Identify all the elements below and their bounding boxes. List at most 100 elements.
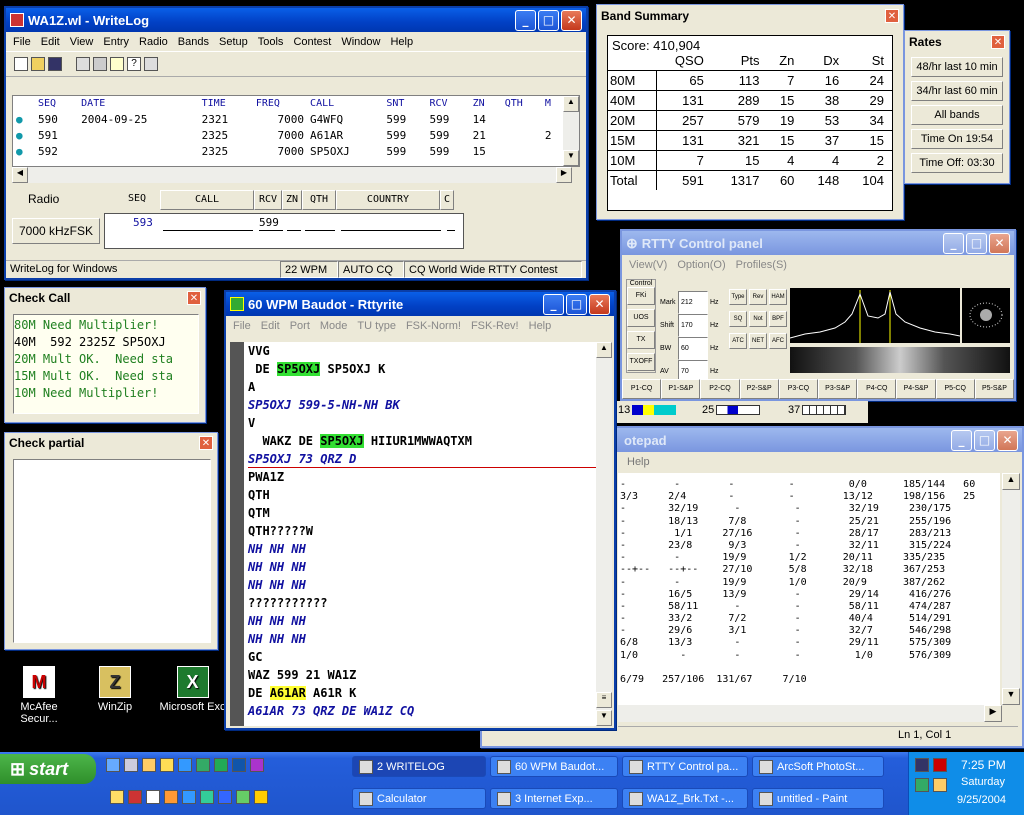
table-row[interactable]: ● 590 2004-09-25 2321 7000 G4WFQ 599 599 14: [13, 112, 563, 128]
menu-item[interactable]: Mode: [315, 320, 353, 332]
desktop-icon-excel[interactable]: X Microsoft Exc: [155, 666, 230, 713]
close-button[interactable]: ✕: [199, 436, 213, 450]
menu-option[interactable]: Option(O): [672, 259, 730, 271]
writelog-icon[interactable]: [128, 790, 142, 804]
doc-icon[interactable]: [124, 758, 138, 772]
taskbar-button[interactable]: 60 WPM Baudot...: [490, 756, 618, 777]
rates-titlebar[interactable]: Rates ✕: [905, 31, 1009, 53]
rtty-tab[interactable]: P2-CQ: [700, 379, 740, 399]
fki-button[interactable]: FKi: [627, 287, 655, 305]
column-header[interactable]: M: [542, 96, 563, 112]
taskbar-button[interactable]: 3 Internet Exp...: [490, 788, 618, 809]
ie-icon[interactable]: [106, 758, 120, 772]
app-icon[interactable]: [110, 790, 124, 804]
scroll-down-icon[interactable]: ▼: [1002, 688, 1020, 705]
menu-tools[interactable]: Tools: [253, 36, 289, 48]
menu-item[interactable]: File: [228, 320, 256, 332]
app-icon[interactable]: [254, 790, 268, 804]
log-vscrollbar[interactable]: ▲ ▼: [563, 96, 579, 166]
rtty-tab[interactable]: P3-S&P: [818, 379, 858, 399]
zn-input[interactable]: [287, 230, 301, 231]
desktop-icon-winzip[interactable]: Z WinZip: [80, 666, 150, 713]
menu-window[interactable]: Window: [336, 36, 385, 48]
close-button[interactable]: ✕: [997, 429, 1018, 451]
app-icon[interactable]: [218, 790, 232, 804]
rate-button[interactable]: 34/hr last 60 min: [911, 81, 1003, 101]
menu-bands[interactable]: Bands: [173, 36, 214, 48]
mcafee-tray-icon[interactable]: [933, 758, 947, 772]
scroll-right-icon[interactable]: ▶: [984, 705, 1002, 722]
notepad-hscrollbar[interactable]: ▶: [618, 705, 1002, 722]
taskbar-button[interactable]: ArcSoft PhotoSt...: [752, 756, 884, 777]
close-button[interactable]: ✕: [561, 9, 582, 31]
app-icon[interactable]: [164, 790, 178, 804]
rtty-bpf-button[interactable]: BPF: [769, 311, 787, 327]
maximize-button[interactable]: □: [566, 293, 587, 315]
scroll-down-icon[interactable]: ▼: [596, 710, 612, 726]
callsign-highlight[interactable]: SP5OXJ: [320, 434, 364, 448]
callsign-highlight[interactable]: A61AR: [269, 686, 306, 700]
clock-time[interactable]: 7:25 PM: [961, 758, 1006, 772]
rate-button[interactable]: 48/hr last 10 min: [911, 57, 1003, 77]
rtty-tab[interactable]: P2-S&P: [739, 379, 779, 399]
notepad-text-area[interactable]: - - - - 0/0 185/144 60 3/3 2/4 - - 13/12 …: [618, 473, 1000, 705]
entry-fields[interactable]: 593 599: [104, 213, 464, 249]
rtty-sq-button[interactable]: SQ: [729, 311, 747, 327]
rtty-tab[interactable]: P4-S&P: [896, 379, 936, 399]
open-folder-icon[interactable]: [31, 57, 45, 71]
minimize-button[interactable]: _: [515, 9, 536, 31]
taskbar-button[interactable]: WA1Z_Brk.Txt -...: [622, 788, 748, 809]
menu-view[interactable]: View(V): [624, 259, 672, 271]
rtty-type-button[interactable]: Type: [729, 289, 747, 305]
notepad-vscrollbar[interactable]: ▲ ▼: [1002, 473, 1020, 705]
rtty-ham-button[interactable]: HAM: [769, 289, 787, 305]
rtty-tab[interactable]: P5-CQ: [935, 379, 975, 399]
new-file-icon[interactable]: [14, 57, 28, 71]
rate-button[interactable]: All bands: [911, 105, 1003, 125]
app-icon[interactable]: [236, 790, 250, 804]
log-hscrollbar[interactable]: ◀ ▶: [12, 167, 572, 183]
column-header[interactable]: TIME: [199, 96, 253, 112]
close-button[interactable]: ✕: [991, 35, 1005, 49]
scroll-up-icon[interactable]: ▲: [1002, 473, 1020, 490]
close-button[interactable]: ✕: [885, 9, 899, 23]
column-header[interactable]: SEQ: [35, 96, 78, 112]
save-icon[interactable]: [48, 57, 62, 71]
radio-frequency-button[interactable]: 7000 kHzFSK: [12, 218, 100, 244]
pencil-icon[interactable]: [110, 57, 124, 71]
rtty-tab[interactable]: P1-CQ: [622, 379, 662, 399]
app-tray-icon[interactable]: [915, 778, 929, 792]
monitor-icon[interactable]: [915, 758, 929, 772]
app-icon[interactable]: [250, 758, 264, 772]
menu-radio[interactable]: Radio: [134, 36, 173, 48]
taskbar-button[interactable]: RTTY Control pa...: [622, 756, 748, 777]
rtty-afc-button[interactable]: AFC: [769, 333, 787, 349]
uos-button[interactable]: UOS: [627, 309, 655, 327]
rtty-tab[interactable]: P1-S&P: [661, 379, 701, 399]
rtty-tab[interactable]: P5-S&P: [974, 379, 1015, 399]
column-header[interactable]: FREQ: [253, 96, 307, 112]
log-grid[interactable]: SEQ DATE TIME FREQ CALL SNT RCV ZN QTH M ● 590 2004-…: [12, 95, 580, 167]
maximize-button[interactable]: □: [974, 429, 995, 451]
scroll-up-icon[interactable]: ▲: [563, 96, 579, 112]
menu-item[interactable]: Edit: [256, 320, 285, 332]
bw-select[interactable]: 60: [678, 337, 708, 360]
receive-text-pane[interactable]: VVG DE SP5OXJ SP5OXJ K A SP5OXJ 599-5-NH-N…: [230, 342, 596, 726]
print-icon[interactable]: [76, 57, 90, 71]
app-tray-icon[interactable]: [933, 778, 947, 792]
context-help-icon[interactable]: [144, 57, 158, 71]
column-header[interactable]: DATE: [78, 96, 198, 112]
column-header[interactable]: ZN: [470, 96, 502, 112]
maximize-button[interactable]: □: [538, 9, 559, 31]
menu-profiles[interactable]: Profiles(S): [731, 259, 792, 271]
taskbar-button[interactable]: untitled - Paint: [752, 788, 884, 809]
help-icon[interactable]: ?: [127, 57, 141, 71]
check-partial-titlebar[interactable]: Check partial ✕: [5, 433, 217, 453]
call-input[interactable]: [163, 230, 253, 231]
rtty-rev-button[interactable]: Rev: [749, 289, 767, 305]
callsign-highlight[interactable]: SP5OXJ: [276, 362, 321, 376]
folder-icon[interactable]: [142, 758, 156, 772]
scroll-up-icon[interactable]: ▲: [596, 342, 612, 358]
desktop-icon-mcafee[interactable]: M McAfee Secur...: [4, 666, 74, 725]
rate-button[interactable]: Time On 19:54: [911, 129, 1003, 149]
